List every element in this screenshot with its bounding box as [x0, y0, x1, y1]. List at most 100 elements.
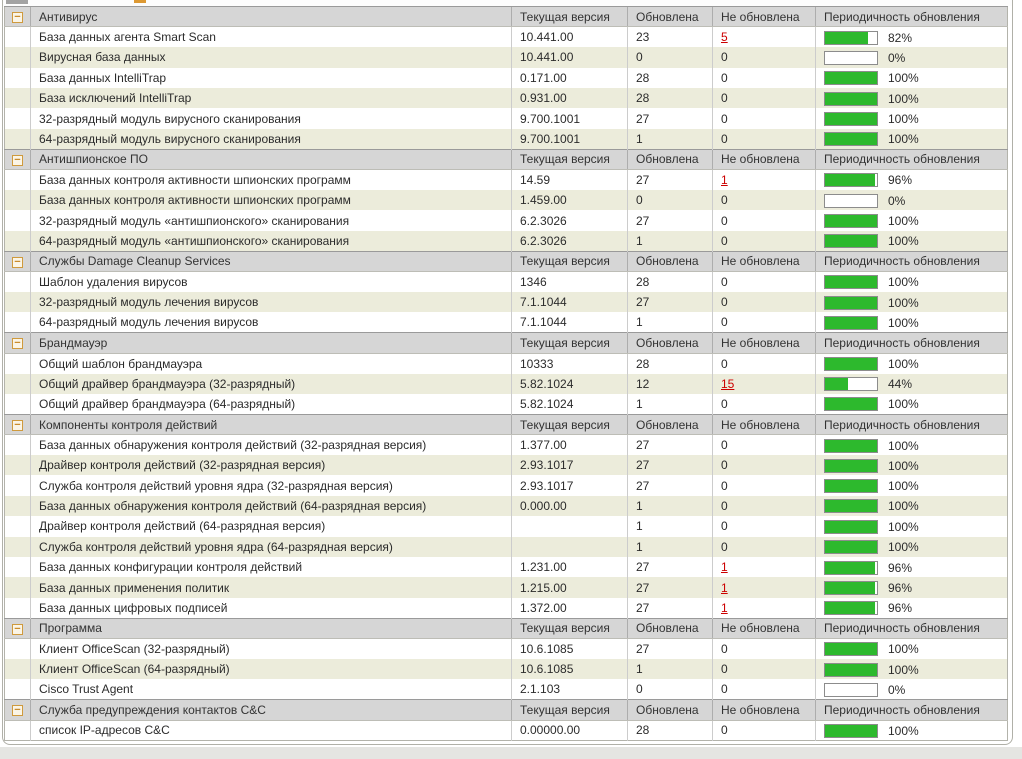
percent-label: 100% [888, 234, 919, 249]
updated-count: 1 [627, 516, 713, 537]
not-updated-cell: 0 [712, 638, 816, 659]
update-rate-cell: 0% [815, 190, 1008, 211]
column-header-updated: Обновлена [627, 332, 713, 354]
progress-bar [824, 581, 878, 596]
percent-label: 100% [888, 71, 919, 86]
not-updated-count: 0 [721, 111, 728, 126]
not-updated-count: 0 [721, 539, 728, 554]
component-version: 9.700.1001 [511, 108, 628, 129]
progress-bar [824, 458, 878, 473]
updated-count: 1 [627, 393, 713, 415]
update-rate-cell: 100% [815, 312, 1008, 333]
percent-label: 96% [888, 560, 913, 575]
not-updated-count-link[interactable]: 1 [721, 173, 728, 187]
not-updated-cell: 0 [712, 67, 816, 89]
not-updated-cell: 0 [712, 659, 816, 680]
component-row: База данных контроля активности шпионски… [4, 169, 1008, 191]
component-name: 64-разрядный модуль лечения вирусов [30, 312, 512, 333]
percent-label: 82% [888, 30, 913, 45]
not-updated-count: 0 [721, 91, 728, 106]
progress-bar [824, 132, 878, 147]
not-updated-count-link[interactable]: 1 [721, 560, 728, 574]
column-header-updated: Обновлена [627, 250, 713, 273]
percent-label: 100% [888, 458, 919, 473]
not-updated-cell: 0 [712, 291, 816, 313]
progress-fill [825, 439, 877, 452]
not-updated-cell: 1 [712, 169, 816, 191]
collapse-section-icon[interactable]: − [12, 419, 23, 431]
progress-bar [824, 193, 878, 208]
not-updated-count-link[interactable]: 15 [721, 377, 734, 391]
component-version: 6.2.3026 [511, 230, 628, 252]
not-updated-count: 0 [721, 315, 728, 330]
component-version: 10.6.1085 [511, 659, 628, 680]
not-updated-count: 0 [721, 682, 728, 697]
component-version: 0.931.00 [511, 88, 628, 109]
collapse-section-icon[interactable]: − [12, 705, 23, 717]
progress-bar [824, 295, 878, 310]
row-spacer-cell [4, 26, 31, 48]
percent-label: 0% [888, 682, 906, 697]
updated-count: 27 [627, 475, 713, 496]
component-version: 0.171.00 [511, 67, 628, 89]
progress-fill [825, 520, 877, 533]
updated-count: 1 [627, 536, 713, 558]
not-updated-count-link[interactable]: 5 [721, 30, 728, 44]
update-rate-cell: 100% [815, 353, 1008, 374]
updated-count: 27 [627, 577, 713, 598]
percent-label: 100% [888, 723, 919, 738]
page-background-strip [0, 747, 1022, 759]
not-updated-count: 0 [721, 478, 728, 493]
component-name: 32-разрядный модуль «антишпионского» ска… [30, 210, 512, 231]
percent-label: 100% [888, 642, 919, 657]
component-row: список IP-адресов C&C 0.00000.00 28 0 100% [4, 720, 1008, 741]
column-header-updated: Обновлена [627, 617, 713, 640]
update-rate-cell: 0% [815, 47, 1008, 68]
not-updated-cell: 0 [712, 312, 816, 333]
progress-fill [825, 582, 875, 595]
updated-count: 27 [627, 638, 713, 659]
row-spacer-cell [4, 190, 31, 211]
collapse-section-icon[interactable]: − [12, 623, 23, 635]
progress-fill [825, 72, 877, 85]
update-rate-cell: 100% [815, 108, 1008, 129]
not-updated-cell: 1 [712, 577, 816, 598]
component-name: База данных обнаружения контроля действи… [30, 495, 512, 517]
update-rate-cell: 44% [815, 373, 1008, 394]
component-name: Общий шаблон брандмауэра [30, 353, 512, 374]
component-version: 10.441.00 [511, 47, 628, 68]
update-rate-cell: 100% [815, 720, 1008, 741]
not-updated-count-link[interactable]: 1 [721, 581, 728, 595]
progress-fill [825, 296, 877, 309]
component-name: Общий драйвер брандмауэра (32-разрядный) [30, 373, 512, 394]
component-name: 64-разрядный модуль вирусного сканирован… [30, 128, 512, 150]
progress-bar [824, 540, 878, 555]
row-spacer-cell [4, 210, 31, 231]
component-name: База данных цифровых подписей [30, 597, 512, 619]
collapse-section-icon[interactable]: − [12, 338, 23, 350]
not-updated-count-link[interactable]: 1 [721, 601, 728, 615]
not-updated-cell: 0 [712, 271, 816, 292]
percent-label: 100% [888, 540, 919, 555]
not-updated-count: 0 [721, 275, 728, 290]
row-spacer-cell [4, 67, 31, 89]
row-spacer-cell [4, 720, 31, 741]
progress-bar [824, 315, 878, 330]
column-header-updated: Обновлена [627, 699, 713, 721]
section-title: Антишпионское ПО [30, 148, 512, 171]
progress-fill [825, 358, 877, 370]
updated-count: 0 [627, 190, 713, 211]
collapse-section-icon[interactable]: − [12, 12, 23, 24]
progress-bar [824, 601, 878, 616]
component-version: 5.82.1024 [511, 393, 628, 415]
update-rate-cell: 100% [815, 659, 1008, 680]
collapse-section-icon[interactable]: − [12, 256, 23, 268]
update-rate-cell: 100% [815, 495, 1008, 517]
not-updated-cell: 1 [712, 557, 816, 578]
row-spacer-cell [4, 230, 31, 252]
section-header-row: − Программа Текущая версия Обновлена Не обно… [4, 617, 1008, 640]
row-spacer-cell [4, 557, 31, 578]
component-row: База данных обнаружения контроля действи… [4, 495, 1008, 517]
collapse-section-icon[interactable]: − [12, 154, 23, 166]
percent-label: 100% [888, 519, 919, 534]
